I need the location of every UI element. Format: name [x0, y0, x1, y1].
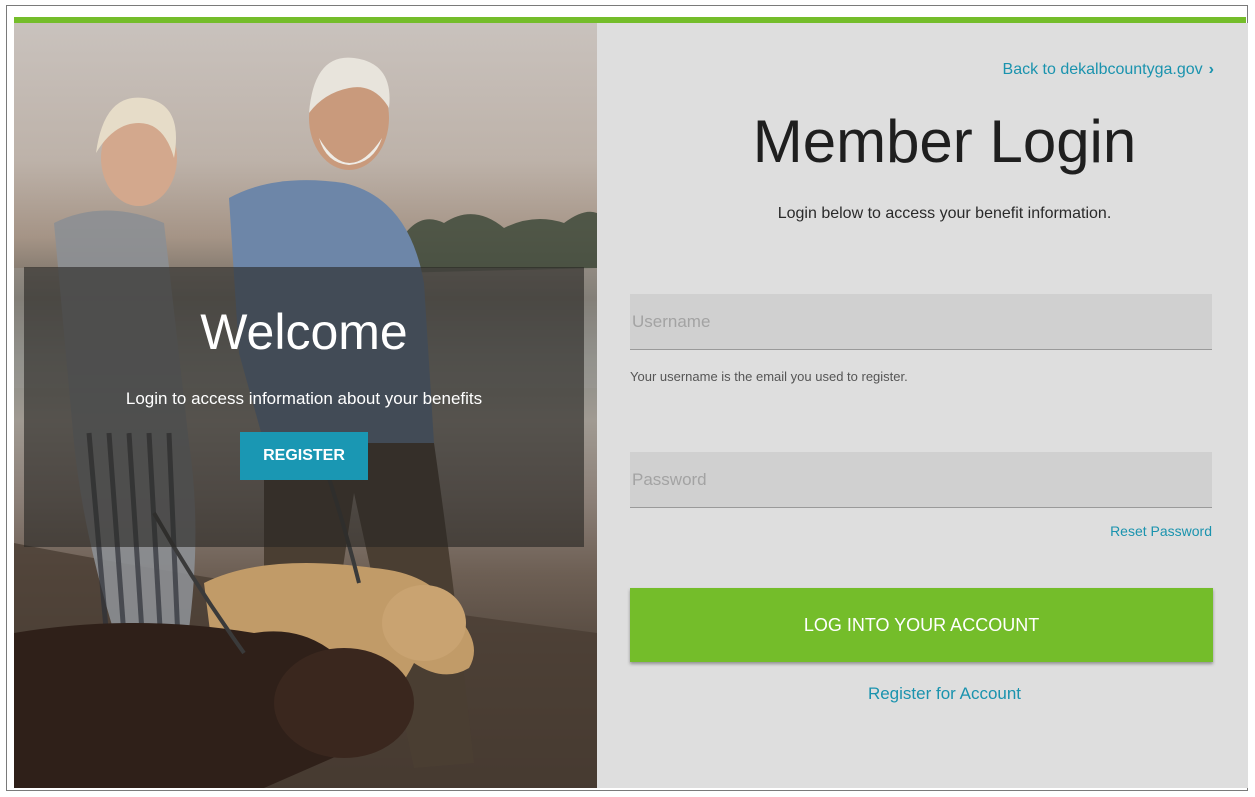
reset-password-link[interactable]: Reset Password	[1110, 523, 1212, 539]
welcome-title: Welcome	[200, 304, 408, 360]
login-button[interactable]: LOG INTO YOUR ACCOUNT	[630, 588, 1213, 662]
password-input[interactable]	[630, 452, 1212, 508]
page-subtitle: Login below to access your benefit infor…	[777, 205, 1112, 222]
back-to-site-link[interactable]: Back to dekalbcountyga.gov ›	[1003, 61, 1214, 79]
username-hint: Your username is the email you used to r…	[630, 369, 908, 384]
page-title: Member Login	[752, 108, 1137, 175]
welcome-overlay: Welcome Login to access information abou…	[24, 267, 584, 547]
register-account-link[interactable]: Register for Account	[597, 684, 1248, 704]
username-input[interactable]	[630, 294, 1212, 350]
back-link-label: Back to dekalbcountyga.gov	[1002, 61, 1203, 78]
welcome-subtitle: Login to access information about your b…	[125, 389, 483, 408]
login-panel: Back to dekalbcountyga.gov › Member Login…	[597, 23, 1248, 788]
chevron-right-icon: ›	[1208, 61, 1214, 78]
register-button[interactable]: REGISTER	[240, 432, 368, 480]
